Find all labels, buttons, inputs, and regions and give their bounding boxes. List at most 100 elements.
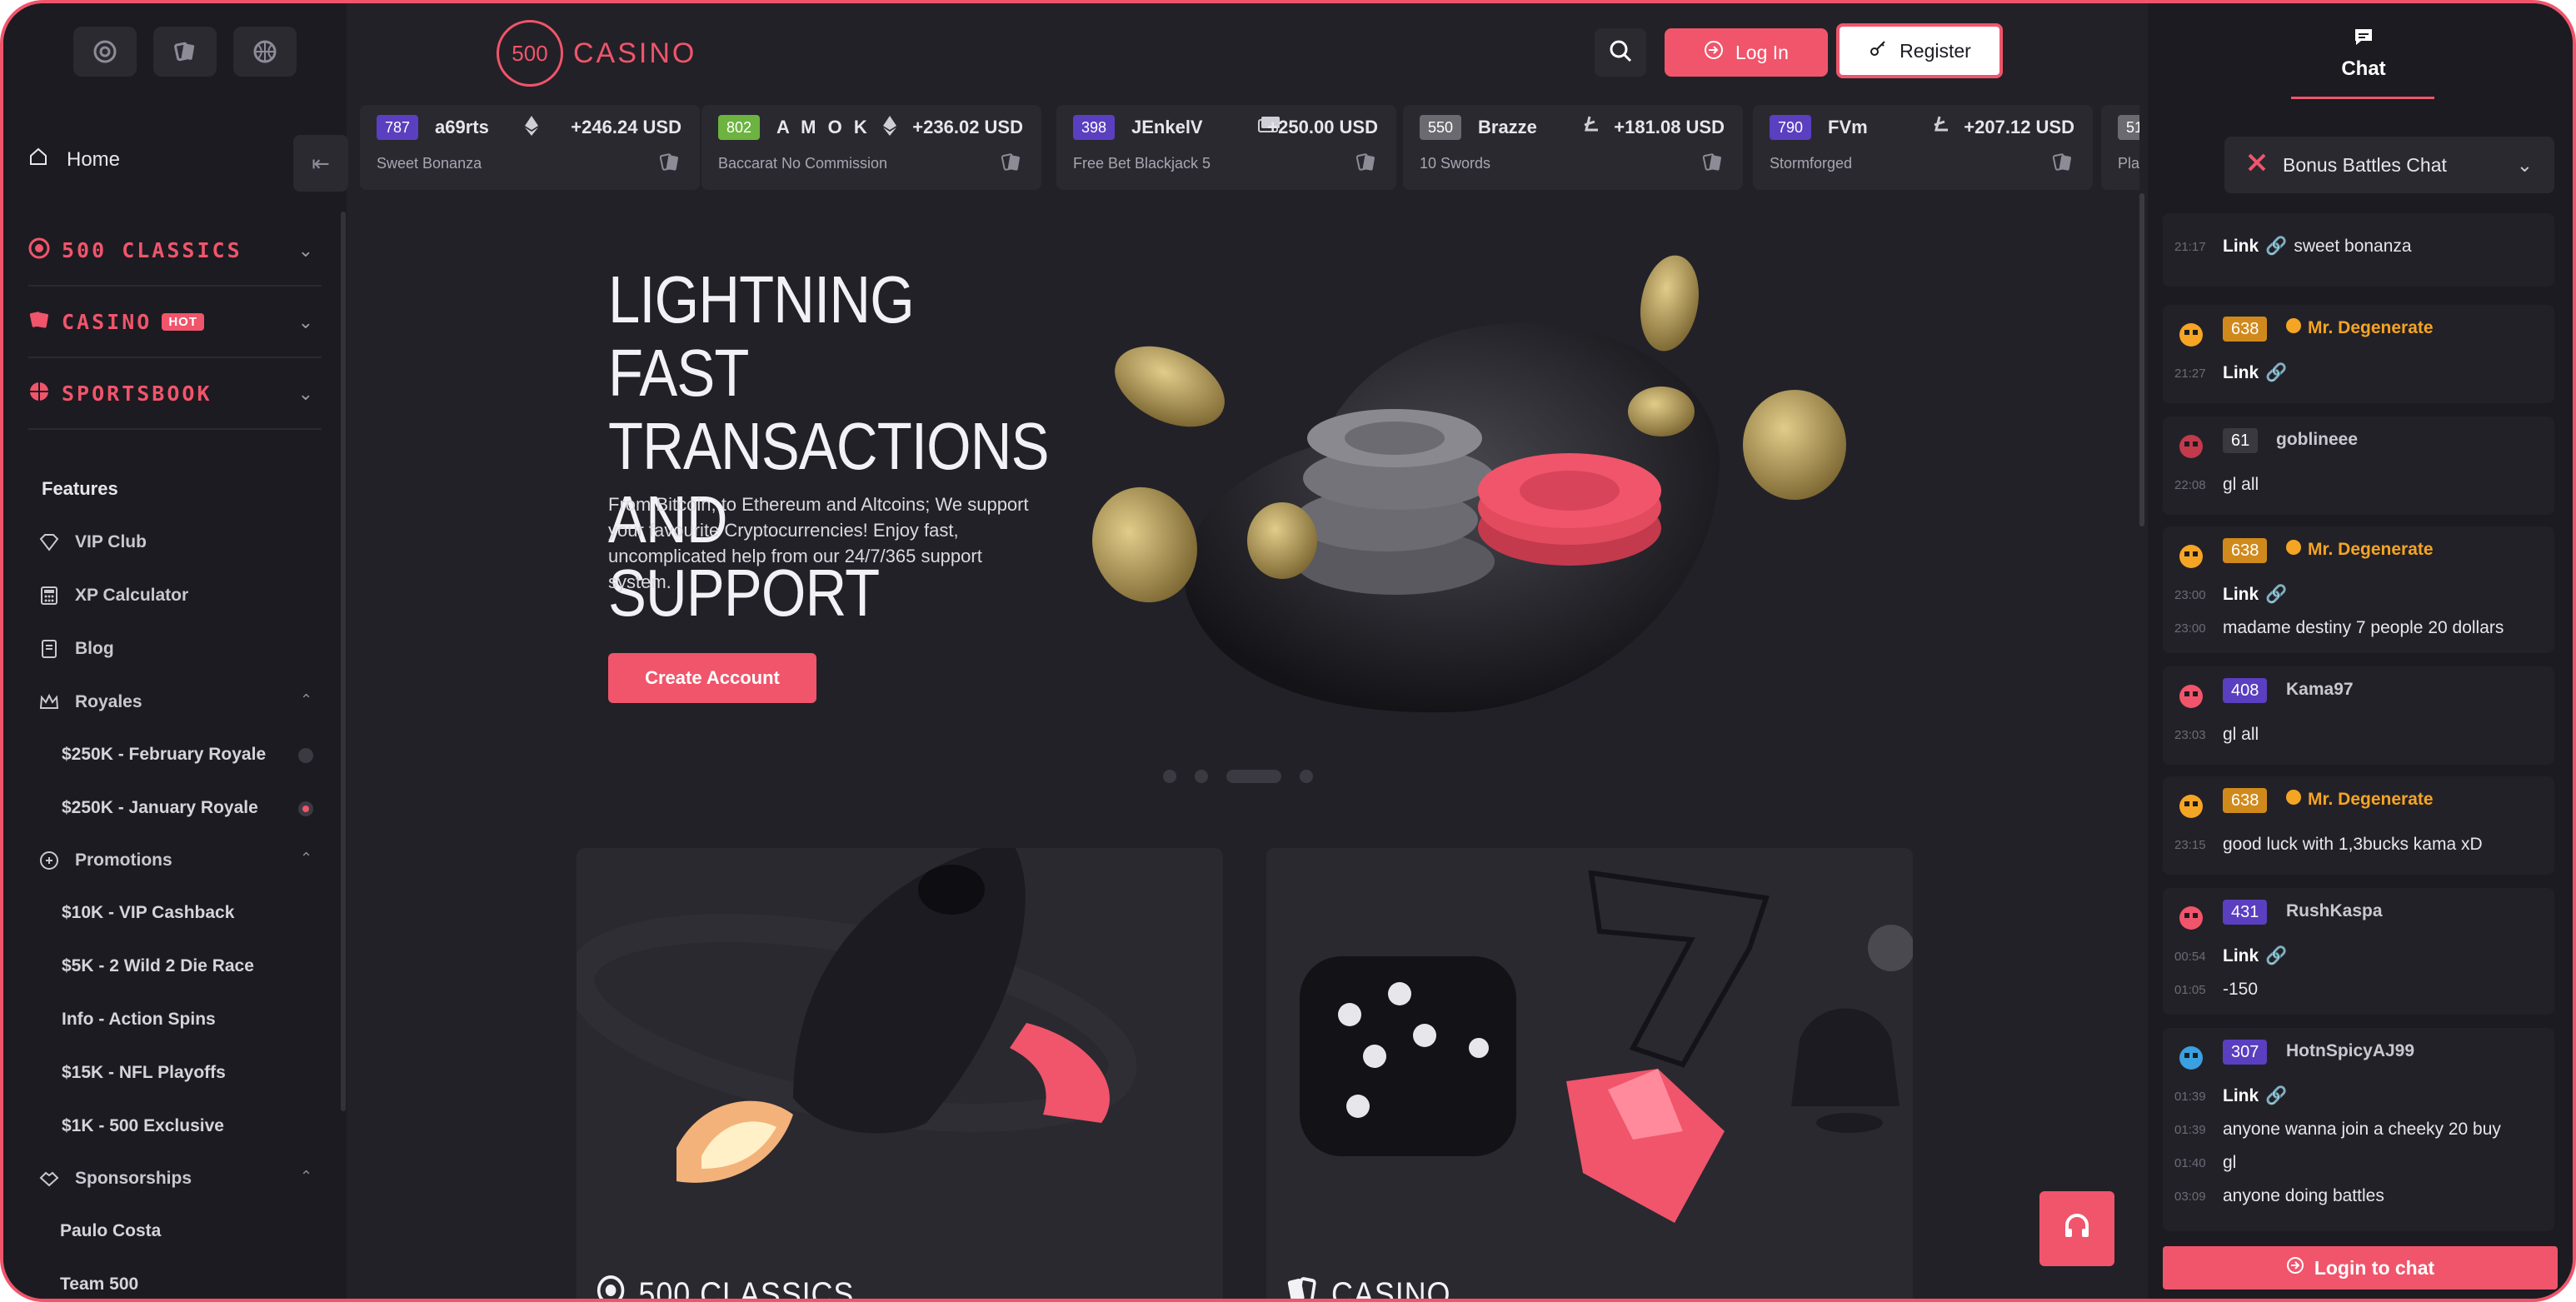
win-card[interactable]: 787 a69rts +246.24 USD Sweet Bonanza [360,105,700,190]
win-card[interactable]: 550 Brazze +181.08 USD 10 Swords [1403,105,1743,190]
chat-username[interactable]: Mr. Degenerate [2286,540,2434,560]
register-button[interactable]: Register [1836,23,2003,78]
eth-icon [881,115,898,142]
cards-icon[interactable] [153,27,217,77]
level-badge: 550 [1420,115,1462,140]
avatar[interactable] [2174,540,2208,573]
header: 500 CASINO Log In Register [347,3,2148,102]
sidebar-item-royales[interactable]: Royales [38,691,142,713]
sidebar-item-sponsorships[interactable]: Sponsorships [38,1168,192,1190]
rocket-illustration [577,848,1137,1183]
promo-item[interactable]: Info - Action Spins [62,1010,216,1030]
live-dot [298,801,313,816]
chat-link[interactable]: Link [2223,946,2259,966]
timestamp: 01:40 [2174,1155,2206,1170]
chevron-up-icon[interactable]: ⌃ [300,691,312,709]
win-card[interactable]: 790 FVm +207.12 USD Stormforged [1753,105,2093,190]
chat-username[interactable]: RushKaspa [2286,901,2383,921]
chevron-down-icon: ⌄ [297,383,313,404]
logo[interactable]: 500 CASINO [497,20,696,87]
chevron-up-icon[interactable]: ⌃ [300,850,312,867]
cards-icon [28,309,50,335]
sponsor-item[interactable]: Paulo Costa [60,1221,161,1241]
carousel-dot[interactable] [1195,770,1208,783]
avatar[interactable] [2174,1041,2208,1075]
sidebar-section-500-classics[interactable]: 500 CLASSICS ⌄ [28,215,322,287]
support-button[interactable] [2039,1191,2114,1266]
timestamp: 01:39 [2174,1089,2206,1104]
sidebar-item-vip-club[interactable]: VIP Club [38,531,147,553]
chat-icon [2291,27,2436,52]
sidebar-item-xp-calculator[interactable]: XP Calculator [38,585,188,606]
chat-link[interactable]: Link [2223,363,2259,383]
chat-username[interactable]: goblineee [2276,430,2358,450]
royale-item-january[interactable]: $250K - January Royale [62,798,258,818]
chat-link[interactable]: Link [2223,237,2259,257]
win-card[interactable]: 519 Placec [2101,105,2139,190]
level-badge: 307 [2223,1040,2268,1065]
create-account-button[interactable]: Create Account [608,653,816,703]
win-game: Placec [2118,155,2139,172]
promo-item[interactable]: $15K - NFL Playoffs [62,1063,226,1083]
link-icon: 🔗 [2265,363,2288,382]
promo-item[interactable]: $5K - 2 Wild 2 Die Race [62,956,254,976]
chat-username[interactable]: Kama97 [2286,680,2354,700]
win-card[interactable]: 802 A M O K +236.02 USD Baccarat No Commiss… [701,105,1041,190]
tab-chat[interactable]: Chat [2291,27,2436,81]
target-icon [28,237,50,263]
logo-mark: 500 [497,20,563,87]
sidebar-section-casino[interactable]: CASINO HOT ⌄ [28,287,322,358]
avatar[interactable] [2174,318,2208,352]
search-button[interactable] [1595,28,1646,77]
basketball-icon[interactable] [233,27,297,77]
chat-link[interactable]: Link [2223,1086,2259,1106]
login-button[interactable]: Log In [1665,28,1828,77]
sidebar-scrollbar[interactable] [341,212,346,1111]
sidebar-item-label: VIP Club [75,532,147,551]
sidebar-item-blog[interactable]: Blog [38,638,114,660]
calculator-icon [38,585,60,606]
promo-item[interactable]: $10K - VIP Cashback [62,903,234,923]
login-icon [2286,1256,2304,1280]
swords-icon [2246,152,2268,178]
carousel-dots [1163,770,1313,783]
carousel-dot[interactable] [1300,770,1313,783]
sidebar-section-sportsbook[interactable]: SPORTSBOOK ⌄ [28,358,322,430]
card-500-classics[interactable]: 500 CLASSICS [577,848,1223,1299]
win-game: Sweet Bonanza [377,155,482,172]
carousel-dot[interactable] [1163,770,1176,783]
chat-username[interactable]: Mr. Degenerate [2286,790,2434,810]
sidebar-item-label: Sponsorships [75,1169,192,1188]
avatar[interactable] [2174,680,2208,713]
win-card[interactable]: 398 JEnkelV +250.00 USD Free Bet Blackjack … [1056,105,1396,190]
chat-room-select[interactable]: Bonus Battles Chat ⌄ [2224,137,2554,193]
card-casino[interactable]: CASINO [1266,848,1913,1299]
hot-badge: HOT [162,312,204,331]
chat-link[interactable]: Link [2223,585,2259,605]
sidebar-item-home[interactable]: Home [28,147,120,172]
section-label: 500 CLASSICS [62,237,242,262]
chevron-up-icon[interactable]: ⌃ [300,1168,312,1185]
sponsor-item[interactable]: Team 500 [60,1275,138,1295]
chat-username[interactable]: Mr. Degenerate [2286,318,2434,338]
sidebar-item-promotions[interactable]: Promotions [38,850,172,871]
win-game: Baccarat No Commission [718,155,888,172]
chat-message: 431 RushKaspa 00:54 Link 🔗 01:05 -150 [2163,888,2554,1015]
avatar[interactable] [2174,901,2208,935]
promo-item[interactable]: $1K - 500 Exclusive [62,1116,224,1136]
chat-text: good luck with 1,3bucks kama xD [2223,835,2483,854]
cards-icon [2051,152,2073,173]
gold-coin-icon [1628,387,1695,436]
carousel-dot-active[interactable] [1226,770,1281,783]
poker-chip-icon[interactable] [73,27,137,77]
chat-username[interactable]: HotnSpicyAJ99 [2286,1041,2414,1061]
main-scrollbar[interactable] [2139,193,2144,526]
win-amount: +246.24 USD [571,117,681,137]
avatar[interactable] [2174,790,2208,823]
royale-item-february[interactable]: $250K - February Royale [62,745,266,765]
avatar[interactable] [2174,430,2208,463]
chat-text: gl [2223,1153,2237,1172]
collapse-sidebar-button[interactable]: ⇤ [293,135,348,192]
cards-icon [1355,152,1376,173]
login-to-chat-button[interactable]: Login to chat [2163,1246,2558,1290]
